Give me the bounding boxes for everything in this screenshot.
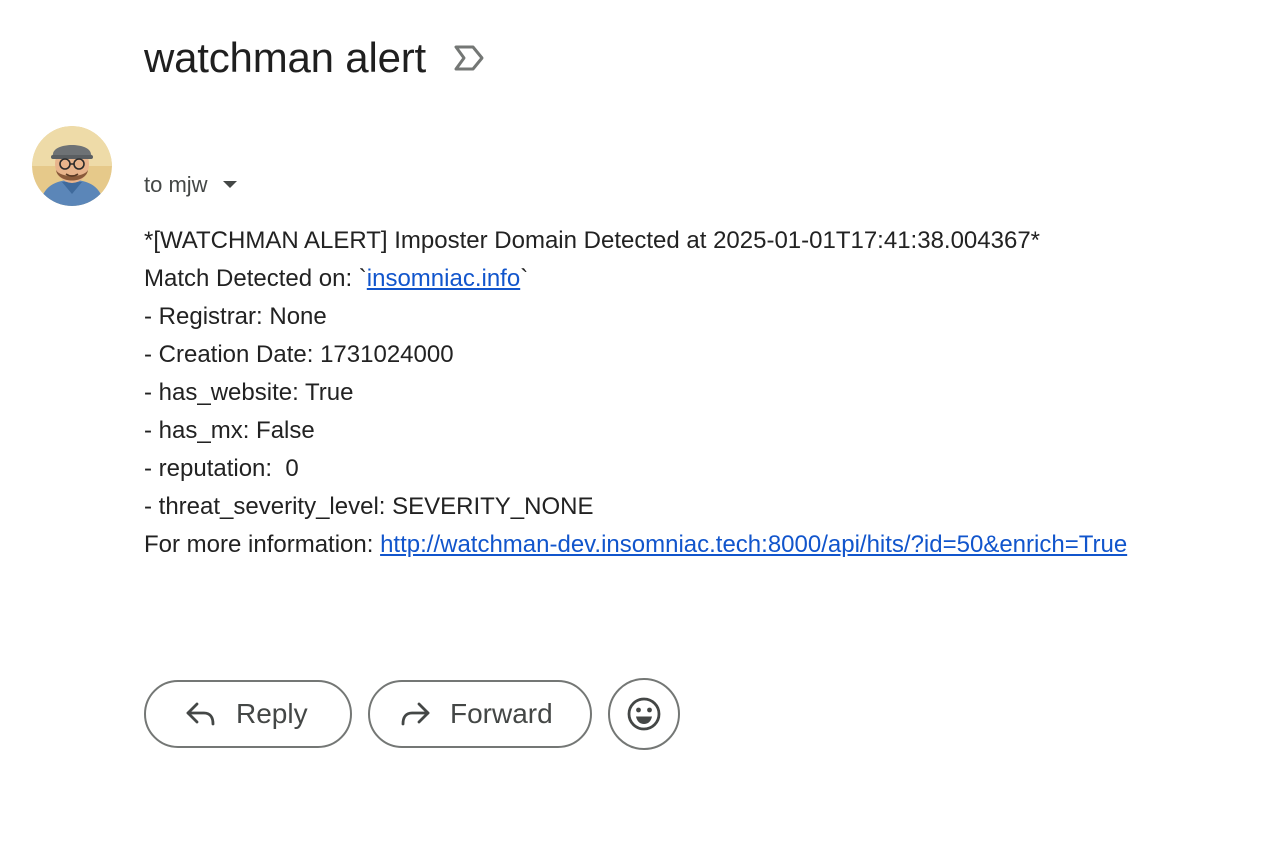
message-actions: Reply Forward bbox=[144, 678, 680, 750]
more-info-link[interactable]: http://watchman-dev.insomniac.tech:8000/… bbox=[380, 531, 1127, 558]
reply-button[interactable]: Reply bbox=[144, 680, 352, 748]
more-info-line: For more information: http://watchman-de… bbox=[144, 526, 1127, 564]
sender-avatar[interactable] bbox=[32, 126, 112, 206]
has-website-line: - has_website: True bbox=[144, 379, 354, 406]
alert-heading: *[WATCHMAN ALERT] Imposter Domain Detect… bbox=[144, 227, 1041, 254]
registrar-line: - Registrar: None bbox=[144, 303, 327, 330]
reply-icon bbox=[184, 697, 218, 731]
email-body: *[WATCHMAN ALERT] Imposter Domain Detect… bbox=[144, 222, 1127, 564]
has-mx-line: - has_mx: False bbox=[144, 417, 315, 444]
match-prefix: Match Detected on: ` bbox=[144, 265, 367, 292]
match-domain-link[interactable]: insomniac.info bbox=[367, 265, 520, 292]
subject-row: watchman alert bbox=[144, 30, 486, 86]
reply-label: Reply bbox=[236, 698, 308, 729]
reputation-line: - reputation: 0 bbox=[144, 455, 299, 482]
emoji-reaction-button[interactable] bbox=[608, 678, 680, 750]
recipient-details-toggle[interactable]: to mjw bbox=[144, 172, 240, 198]
chevron-down-icon[interactable] bbox=[220, 175, 240, 195]
emoji-icon bbox=[627, 697, 661, 731]
match-line: Match Detected on: `insomniac.info` bbox=[144, 260, 1127, 298]
creation-date-line: - Creation Date: 1731024000 bbox=[144, 341, 454, 368]
recipient-text: to mjw bbox=[144, 172, 208, 197]
forward-icon bbox=[398, 697, 432, 731]
email-subject: watchman alert bbox=[144, 34, 426, 81]
forward-label: Forward bbox=[450, 698, 553, 729]
threat-level-line: - threat_severity_level: SEVERITY_NONE bbox=[144, 493, 594, 520]
more-info-prefix: For more information: bbox=[144, 531, 381, 558]
label-arrow-icon[interactable] bbox=[452, 41, 486, 75]
forward-button[interactable]: Forward bbox=[368, 680, 592, 748]
match-suffix: ` bbox=[520, 265, 529, 292]
